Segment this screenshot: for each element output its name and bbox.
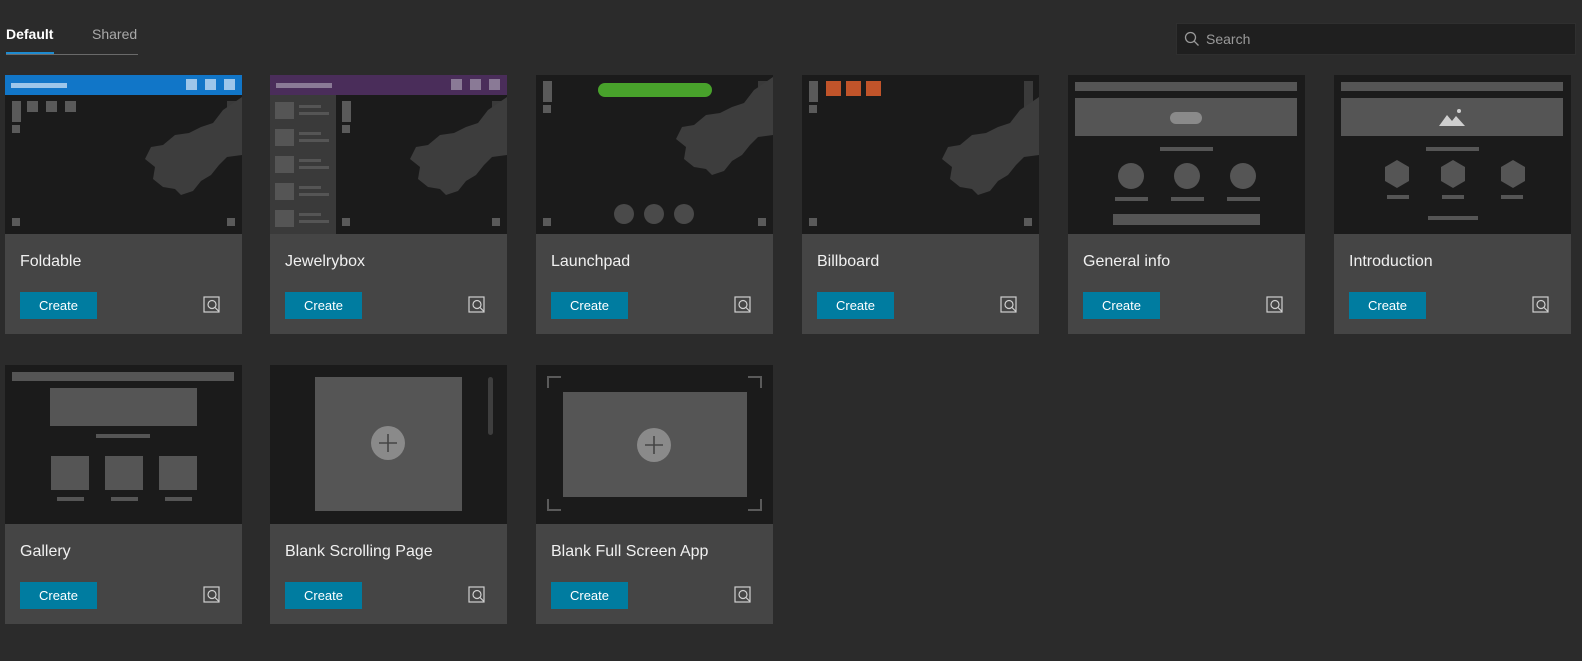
search-input[interactable] xyxy=(1206,31,1566,47)
template-thumbnail xyxy=(1068,75,1305,234)
create-button[interactable]: Create xyxy=(1083,292,1160,319)
card-title: General info xyxy=(1083,253,1171,270)
template-thumbnail xyxy=(536,365,773,524)
template-card-introduction: Introduction Create xyxy=(1334,75,1571,334)
card-title: Foldable xyxy=(20,253,82,270)
template-card-jewelrybox: Jewelrybox Create xyxy=(270,75,507,334)
card-title: Billboard xyxy=(817,253,880,270)
preview-icon[interactable] xyxy=(203,586,221,604)
preview-icon[interactable] xyxy=(1000,296,1018,314)
create-button[interactable]: Create xyxy=(551,582,628,609)
template-card-blank-full-screen-app: Blank Full Screen App Create xyxy=(536,365,773,624)
template-card-general-info: General info Create xyxy=(1068,75,1305,334)
create-button[interactable]: Create xyxy=(20,292,97,319)
tab-shared[interactable]: Shared xyxy=(92,22,137,54)
template-tabs: Default Shared xyxy=(6,22,138,55)
preview-icon[interactable] xyxy=(1266,296,1284,314)
card-title: Blank Full Screen App xyxy=(551,543,709,560)
preview-icon[interactable] xyxy=(734,296,752,314)
template-card-blank-scrolling-page: Blank Scrolling Page Create xyxy=(270,365,507,624)
create-button[interactable]: Create xyxy=(1349,292,1426,319)
template-card-gallery: Gallery Create xyxy=(5,365,242,624)
preview-icon[interactable] xyxy=(203,296,221,314)
search-icon xyxy=(1184,31,1199,46)
card-title: Introduction xyxy=(1349,253,1433,270)
preview-icon[interactable] xyxy=(1532,296,1550,314)
template-thumbnail xyxy=(802,75,1039,234)
preview-icon[interactable] xyxy=(734,586,752,604)
template-thumbnail xyxy=(270,75,507,234)
template-thumbnail xyxy=(5,75,242,234)
create-button[interactable]: Create xyxy=(285,582,362,609)
card-title: Jewelrybox xyxy=(285,253,366,270)
template-thumbnail xyxy=(5,365,242,524)
tab-default[interactable]: Default xyxy=(6,22,54,54)
card-title: Gallery xyxy=(20,543,71,560)
template-card-foldable: Foldable Create xyxy=(5,75,242,334)
create-button[interactable]: Create xyxy=(285,292,362,319)
create-button[interactable]: Create xyxy=(20,582,97,609)
create-button[interactable]: Create xyxy=(551,292,628,319)
template-thumbnail xyxy=(270,365,507,524)
preview-icon[interactable] xyxy=(468,586,486,604)
card-title: Launchpad xyxy=(551,253,631,270)
template-card-launchpad: Launchpad Create xyxy=(536,75,773,334)
card-title: Blank Scrolling Page xyxy=(285,543,433,560)
preview-icon[interactable] xyxy=(468,296,486,314)
search-box xyxy=(1176,23,1576,55)
create-button[interactable]: Create xyxy=(817,292,894,319)
template-card-billboard: Billboard Create xyxy=(802,75,1039,334)
template-thumbnail xyxy=(1334,75,1571,234)
template-thumbnail xyxy=(536,75,773,234)
